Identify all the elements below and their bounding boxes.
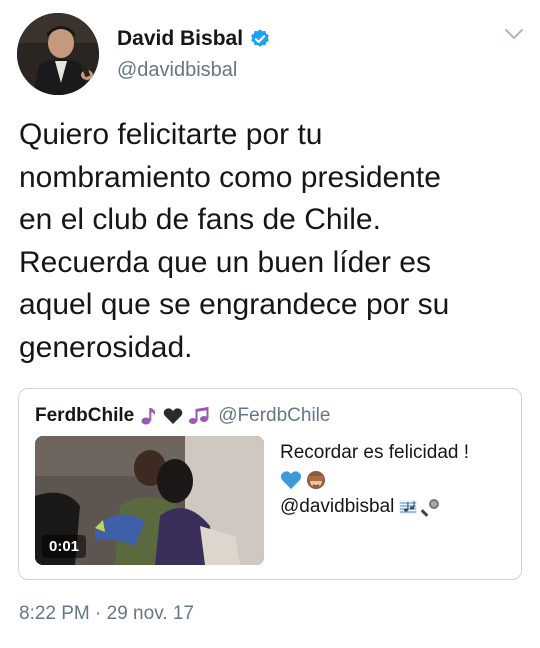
quoted-tweet[interactable]: FerdbChile @FerdbChile 0:01 Recordar es …: [18, 388, 522, 580]
quoted-handle: @FerdbChile: [218, 405, 331, 426]
verified-badge-icon: [251, 29, 269, 47]
musical-score-icon: [399, 499, 418, 514]
video-duration: 0:01: [42, 535, 87, 558]
see-no-evil-monkey-icon: [307, 470, 325, 489]
music-note-icon: [141, 408, 156, 425]
quoted-text-line-2: [280, 466, 515, 493]
black-heart-icon: [163, 408, 183, 424]
author-handle[interactable]: @davidbisbal: [117, 59, 271, 82]
tweet-header: David Bisbal @davidbisbal: [0, 0, 540, 100]
tweet-timestamp[interactable]: 8:22 PM · 29 nov. 17: [19, 603, 194, 625]
quoted-name-emoji: [140, 406, 210, 426]
video-thumbnail[interactable]: 0:01: [35, 436, 264, 565]
quoted-text-line-3: @davidbisbal: [280, 493, 515, 520]
name-row: David Bisbal: [117, 25, 271, 53]
avatar-photo: [17, 13, 99, 95]
display-name[interactable]: David Bisbal: [117, 27, 243, 51]
quoted-tweet-header: FerdbChile @FerdbChile: [35, 405, 330, 427]
avatar[interactable]: [17, 13, 99, 95]
mention-link[interactable]: @davidbisbal: [280, 493, 394, 520]
tweet-text: Quiero felicitarte por tu nombramiento c…: [19, 118, 450, 364]
chevron-down-icon[interactable]: [504, 27, 524, 41]
blue-heart-icon: [280, 470, 302, 489]
microphone-icon: [421, 498, 440, 517]
quoted-tweet-text: Recordar es felicidad ! @davidbisbal: [280, 439, 515, 520]
quoted-text-line-1: Recordar es felicidad !: [280, 442, 470, 463]
quoted-display-name: FerdbChile: [35, 405, 135, 426]
music-notes-icon: [189, 407, 209, 424]
author-block: David Bisbal @davidbisbal: [117, 25, 271, 82]
